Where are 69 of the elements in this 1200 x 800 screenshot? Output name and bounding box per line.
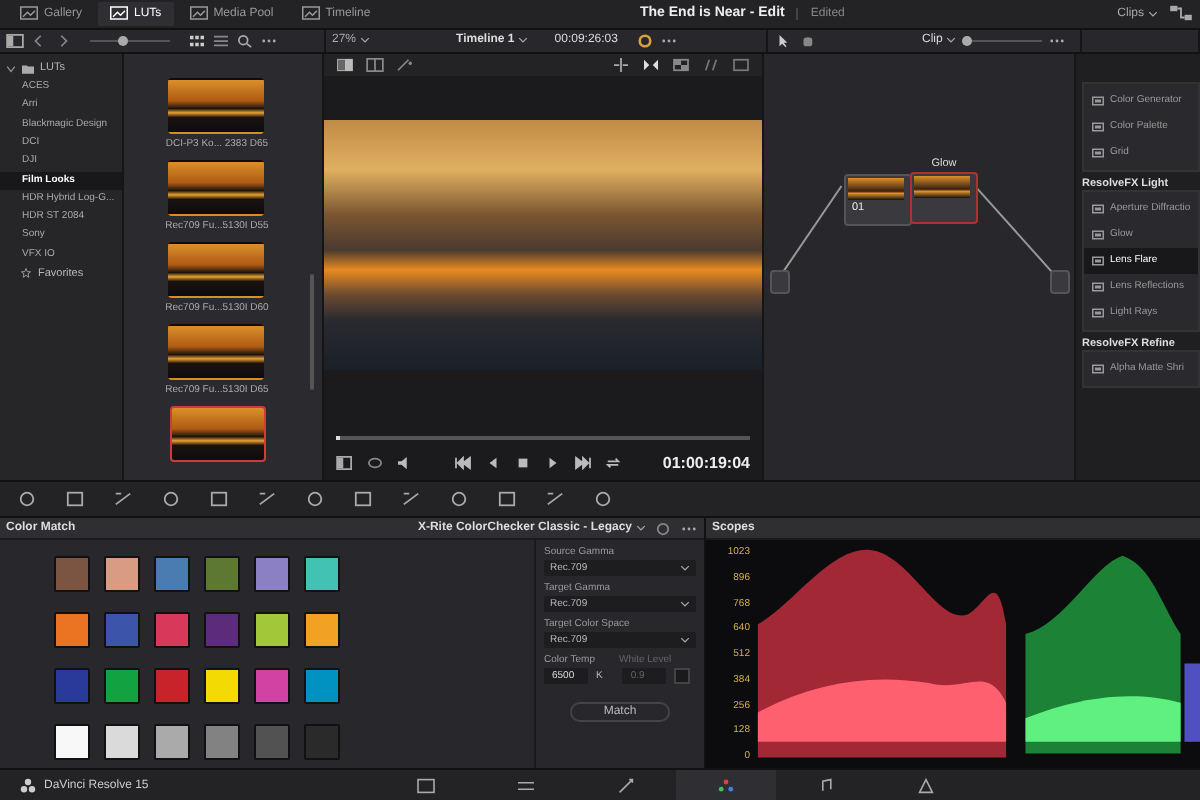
effect-icon: [1092, 229, 1104, 240]
color-wheel-icon[interactable]: [635, 33, 654, 48]
effect-icon: [1092, 121, 1104, 132]
current-timecode: 01:00:19:04: [662, 454, 750, 473]
chevron-icon: [680, 564, 690, 573]
triangle-icon: [916, 777, 937, 794]
lut-thumbnail[interactable]: [168, 77, 265, 134]
loop-icon[interactable]: [366, 456, 384, 471]
effect-icon: [1092, 307, 1104, 318]
overlay-icon[interactable]: [732, 57, 750, 72]
skip-forward-icon[interactable]: [574, 456, 593, 471]
skip-back-icon[interactable]: [454, 456, 473, 471]
single-viewer-icon[interactable]: [336, 57, 354, 72]
timeline-icon: [301, 6, 320, 21]
split-view-icon[interactable]: [612, 57, 630, 72]
panel-toggle-icon[interactable]: [6, 33, 24, 48]
viewer-options-icon[interactable]: [336, 456, 354, 471]
star-icon: [20, 268, 32, 279]
lut-thumbnail[interactable]: [168, 323, 265, 380]
chevron-icon: [946, 36, 957, 45]
timeline-icon: [516, 777, 537, 794]
media-icon: [416, 777, 437, 794]
caret-icon[interactable]: [6, 63, 16, 74]
music-note-icon: [816, 777, 837, 794]
search-icon[interactable]: [236, 33, 254, 48]
hand-icon[interactable]: [798, 33, 816, 48]
step-back-icon[interactable]: [484, 456, 503, 471]
lut-thumbnail[interactable]: [169, 405, 265, 462]
slider-thumb[interactable]: [118, 35, 128, 46]
folder-icon: [22, 63, 34, 74]
scrubber-track[interactable]: [336, 435, 750, 440]
stop-icon[interactable]: [514, 456, 533, 471]
grid-view-icon[interactable]: [188, 33, 206, 48]
list-view-icon[interactable]: [212, 33, 230, 48]
slider-thumb[interactable]: [962, 35, 973, 46]
chevron-icon: [680, 636, 690, 645]
reset-icon[interactable]: [654, 521, 672, 536]
corrector-node[interactable]: [910, 171, 978, 224]
color-dots-icon: [716, 777, 737, 794]
node-graph-icon[interactable]: [1170, 4, 1192, 23]
chevron-icon: [680, 600, 690, 609]
output-node[interactable]: [1050, 269, 1070, 294]
effect-icon: [1092, 255, 1104, 266]
playhead[interactable]: [336, 435, 341, 440]
effect-icon: [1092, 95, 1104, 106]
pointer-icon[interactable]: [774, 33, 792, 48]
effect-icon: [1092, 363, 1104, 374]
loop-icon[interactable]: [604, 456, 623, 471]
chevron-icon: [518, 36, 529, 45]
scrollbar[interactable]: [310, 273, 314, 390]
magic-wand-icon[interactable]: [396, 57, 414, 72]
input-node[interactable]: [770, 269, 790, 294]
effect-icon: [1092, 281, 1104, 292]
pen-icon: [616, 777, 637, 794]
chevron-icon: [360, 36, 371, 45]
chevron-icon: [636, 524, 646, 533]
lut-icon: [110, 6, 129, 21]
chevron-icon: [1148, 9, 1158, 18]
lut-thumbnail[interactable]: [168, 159, 265, 216]
app-logo-icon: [20, 777, 36, 794]
media-pool-icon: [189, 6, 208, 21]
gallery-icon: [20, 6, 38, 21]
effect-icon: [1092, 203, 1104, 214]
effect-icon: [1092, 147, 1104, 158]
compare-icon[interactable]: [702, 57, 720, 72]
split-viewer-icon[interactable]: [366, 57, 384, 72]
checkerboard-icon[interactable]: [672, 57, 690, 72]
color-page-button[interactable]: [676, 770, 777, 800]
lut-thumbnail[interactable]: [168, 241, 265, 298]
